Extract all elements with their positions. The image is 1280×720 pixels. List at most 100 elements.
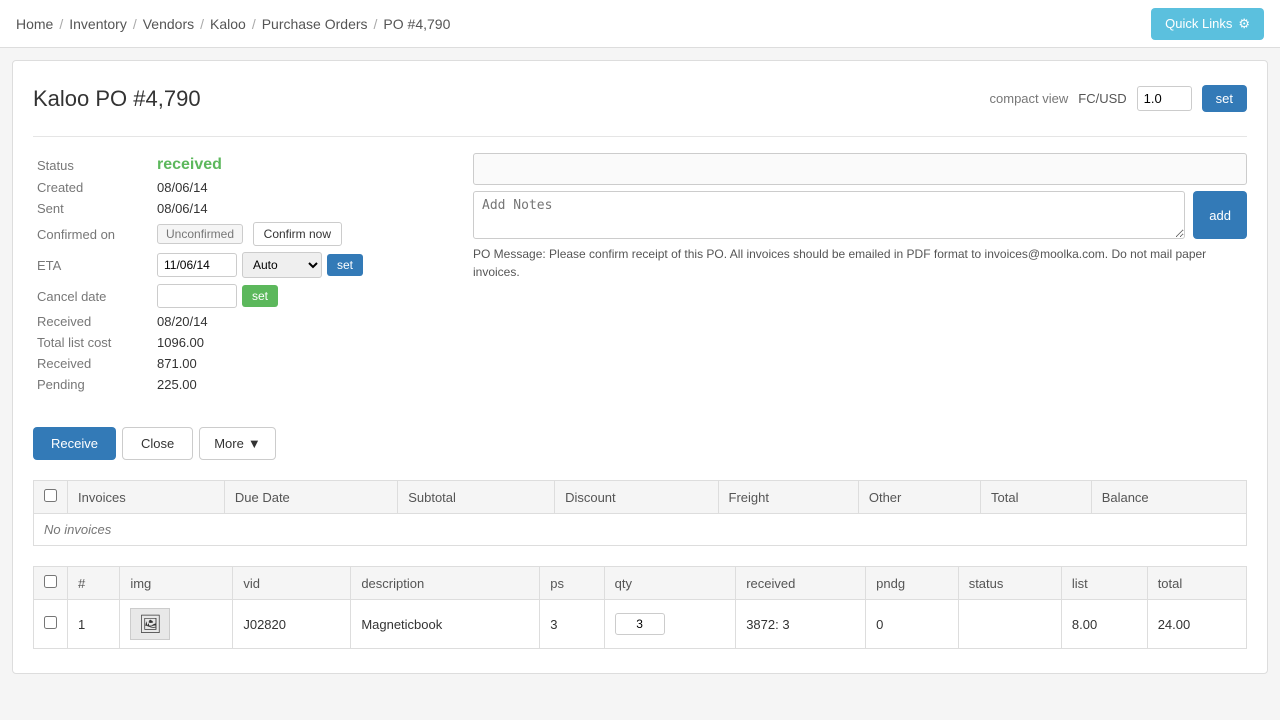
- item-thumbnail: 🖼: [130, 608, 170, 640]
- notes-top-input[interactable]: [473, 153, 1247, 185]
- pending-row: Pending 225.00: [33, 374, 453, 395]
- items-col-checkbox: [34, 567, 68, 600]
- items-col-num: #: [68, 567, 120, 600]
- info-section: Status received Created 08/06/14 Sent 08…: [33, 153, 1247, 395]
- confirm-now-button[interactable]: Confirm now: [253, 222, 342, 246]
- quick-links-button[interactable]: Quick Links ⚙: [1151, 8, 1264, 40]
- invoices-col-due-date: Due Date: [224, 481, 397, 514]
- items-col-img: img: [120, 567, 233, 600]
- item-status: [958, 600, 1061, 649]
- breadcrumb-purchase-orders[interactable]: Purchase Orders: [262, 16, 368, 32]
- receive-button[interactable]: Receive: [33, 427, 116, 460]
- item-total: 24.00: [1147, 600, 1246, 649]
- breadcrumb-home[interactable]: Home: [16, 16, 53, 32]
- cancel-date-input[interactable]: [157, 284, 237, 308]
- confirmed-on-row: Confirmed on Unconfirmed Confirm now: [33, 219, 453, 249]
- received-date-row: Received 08/20/14: [33, 311, 453, 332]
- fc-usd-input[interactable]: [1137, 86, 1192, 111]
- action-buttons: Receive Close More ▼: [33, 415, 1247, 460]
- notes-add-row: add: [473, 191, 1247, 239]
- item-received: 3872: 3: [736, 600, 866, 649]
- item-checkbox[interactable]: [44, 616, 57, 629]
- sent-row: Sent 08/06/14: [33, 198, 453, 219]
- table-row: 1 🖼 J02820 Magneticbook 3 3872: 3 0 8.00…: [34, 600, 1247, 649]
- invoices-col-invoices: Invoices: [68, 481, 225, 514]
- eta-set-button[interactable]: set: [327, 254, 363, 276]
- item-vid: J02820: [233, 600, 351, 649]
- sent-label: Sent: [33, 198, 153, 219]
- items-select-all-checkbox[interactable]: [44, 575, 57, 588]
- compact-view-label: compact view: [990, 91, 1069, 106]
- page-title: Kaloo PO #4,790: [33, 86, 201, 112]
- breadcrumb-kaloo[interactable]: Kaloo: [210, 16, 246, 32]
- item-description: Magneticbook: [351, 600, 540, 649]
- header-controls: compact view FC/USD set: [990, 85, 1247, 112]
- items-table: # img vid description ps qty received pn…: [33, 566, 1247, 649]
- received-cost-label: Received: [33, 353, 153, 374]
- received-date-value: 08/20/14: [153, 311, 453, 332]
- received-cost-value: 871.00: [153, 353, 453, 374]
- items-col-vid: vid: [233, 567, 351, 600]
- eta-mode-select[interactable]: Auto: [242, 252, 322, 278]
- total-list-cost-row: Total list cost 1096.00: [33, 332, 453, 353]
- item-qty-input[interactable]: [615, 613, 665, 635]
- items-col-qty: qty: [604, 567, 736, 600]
- status-label: Status: [33, 153, 153, 177]
- pending-label: Pending: [33, 374, 153, 395]
- fc-usd-set-button[interactable]: set: [1202, 85, 1247, 112]
- po-message: PO Message: Please confirm receipt of th…: [473, 245, 1247, 281]
- items-col-list: list: [1061, 567, 1147, 600]
- breadcrumb: Home / Inventory / Vendors / Kaloo / Pur…: [16, 16, 450, 32]
- eta-label: ETA: [33, 249, 153, 281]
- total-list-cost-value: 1096.00: [153, 332, 453, 353]
- invoices-col-balance: Balance: [1091, 481, 1246, 514]
- created-row: Created 08/06/14: [33, 177, 453, 198]
- cancel-date-label: Cancel date: [33, 281, 153, 311]
- invoices-header-row: Invoices Due Date Subtotal Discount Frei…: [34, 481, 1247, 514]
- items-col-received: received: [736, 567, 866, 600]
- invoices-col-discount: Discount: [555, 481, 718, 514]
- invoices-table: Invoices Due Date Subtotal Discount Frei…: [33, 480, 1247, 546]
- item-ps: 3: [540, 600, 604, 649]
- pending-value: 225.00: [153, 374, 453, 395]
- invoices-col-subtotal: Subtotal: [398, 481, 555, 514]
- status-value: received: [157, 156, 222, 173]
- breadcrumb-inventory[interactable]: Inventory: [69, 16, 127, 32]
- created-label: Created: [33, 177, 153, 198]
- items-col-status: status: [958, 567, 1061, 600]
- notes-textarea[interactable]: [473, 191, 1185, 239]
- invoices-select-all-checkbox[interactable]: [44, 489, 57, 502]
- breadcrumb-sep-2: /: [133, 16, 137, 32]
- sent-value: 08/06/14: [153, 198, 453, 219]
- invoices-col-freight: Freight: [718, 481, 858, 514]
- status-info-left: Status received Created 08/06/14 Sent 08…: [33, 153, 453, 395]
- more-label: More: [214, 436, 244, 451]
- item-img-cell: 🖼: [120, 600, 233, 649]
- breadcrumb-sep-4: /: [252, 16, 256, 32]
- gear-icon: ⚙: [1238, 16, 1250, 32]
- items-col-description: description: [351, 567, 540, 600]
- item-pndg: 0: [866, 600, 959, 649]
- item-list: 8.00: [1061, 600, 1147, 649]
- cancel-date-set-button[interactable]: set: [242, 285, 278, 307]
- invoices-col-total: Total: [981, 481, 1092, 514]
- breadcrumb-vendors[interactable]: Vendors: [143, 16, 194, 32]
- status-table: Status received Created 08/06/14 Sent 08…: [33, 153, 453, 395]
- add-notes-button[interactable]: add: [1193, 191, 1247, 239]
- eta-date-input[interactable]: [157, 253, 237, 277]
- cancel-date-row: Cancel date set: [33, 281, 453, 311]
- more-button[interactable]: More ▼: [199, 427, 276, 460]
- fc-usd-label: FC/USD: [1078, 91, 1126, 106]
- items-col-total: total: [1147, 567, 1246, 600]
- page-header: Kaloo PO #4,790 compact view FC/USD set: [33, 85, 1247, 112]
- breadcrumb-sep-5: /: [374, 16, 378, 32]
- notes-section: add PO Message: Please confirm receipt o…: [473, 153, 1247, 395]
- item-checkbox-cell: [34, 600, 68, 649]
- close-button[interactable]: Close: [122, 427, 193, 460]
- main-content: Kaloo PO #4,790 compact view FC/USD set …: [12, 60, 1268, 674]
- invoices-col-other: Other: [858, 481, 980, 514]
- items-col-ps: ps: [540, 567, 604, 600]
- chevron-down-icon: ▼: [248, 436, 261, 451]
- total-list-cost-label: Total list cost: [33, 332, 153, 353]
- received-cost-row: Received 871.00: [33, 353, 453, 374]
